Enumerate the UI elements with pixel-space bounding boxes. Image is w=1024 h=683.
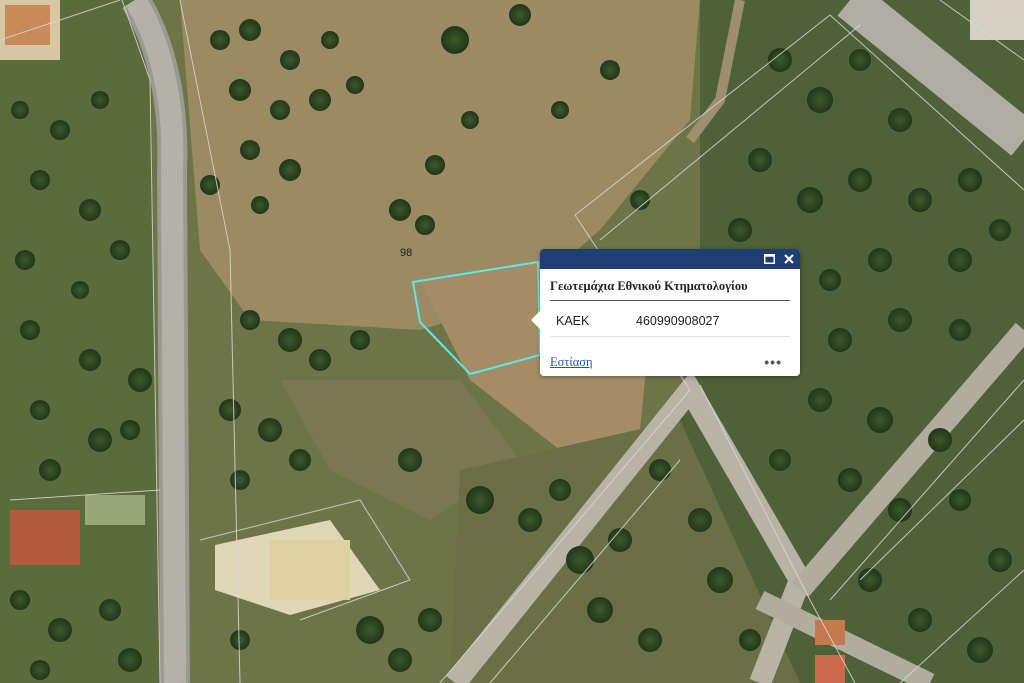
popup-header (540, 249, 800, 269)
more-options-button[interactable]: ••• (764, 354, 782, 370)
parcel-number-label: 98 (400, 247, 413, 259)
attribute-row: ΚΑΕΚ 460990908027 (550, 311, 790, 337)
feature-popup: Γεωτεμάχια Εθνικού Κτηματολογίου ΚΑΕΚ 46… (531, 249, 800, 376)
attribute-value: 460990908027 (636, 314, 720, 328)
zoom-to-link[interactable]: Εστίαση (550, 355, 593, 370)
satellite-map[interactable] (0, 0, 1024, 683)
attribute-key: ΚΑΕΚ (556, 314, 590, 328)
popup-footer: Εστίαση ••• (550, 354, 782, 370)
maximize-icon[interactable] (762, 252, 776, 266)
popup-title: Γεωτεμάχια Εθνικού Κτηματολογίου (550, 279, 790, 301)
close-icon[interactable] (782, 252, 796, 266)
